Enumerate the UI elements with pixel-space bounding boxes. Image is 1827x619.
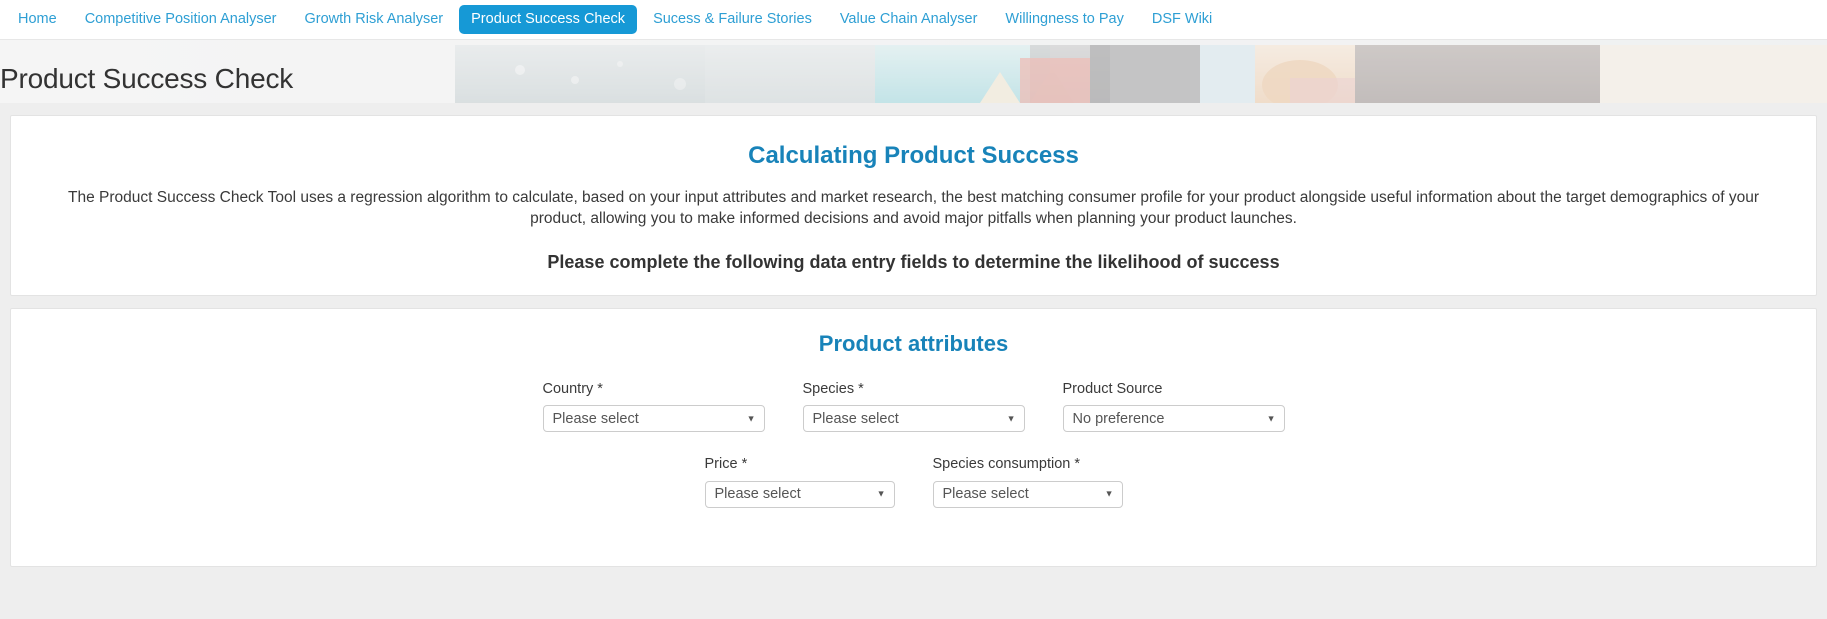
- field-product-source: Product Source No preference ▼: [1062, 380, 1285, 433]
- main-navigation: Home Competitive Position Analyser Growt…: [0, 0, 1827, 40]
- page-title: Product Success Check: [0, 63, 294, 94]
- nav-item-home[interactable]: Home: [6, 5, 69, 34]
- product-attributes-card: Product attributes Country * Please sele…: [10, 307, 1817, 567]
- field-species: Species * Please select ▼: [802, 380, 1025, 433]
- country-select[interactable]: Please select ▼: [542, 405, 765, 433]
- chevron-down-icon: ▼: [1006, 413, 1016, 424]
- field-price: Price * Please select ▼: [704, 456, 895, 508]
- chevron-down-icon: ▼: [746, 413, 756, 424]
- form-row-2: Price * Please select ▼ Species consumpt…: [39, 456, 1788, 508]
- intro-card: Calculating Product Success The Product …: [10, 115, 1817, 296]
- nav-item-growth-risk-analyser[interactable]: Growth Risk Analyser: [293, 5, 456, 34]
- field-species-consumption: Species consumption * Please select ▼: [932, 456, 1123, 508]
- nav-item-willingness-to-pay[interactable]: Willingness to Pay: [993, 5, 1135, 34]
- product-source-select[interactable]: No preference ▼: [1062, 405, 1285, 433]
- species-consumption-select-value: Please select: [942, 486, 1029, 503]
- intro-call-to-action: Please complete the following data entry…: [547, 251, 1280, 272]
- price-select-value: Please select: [714, 486, 801, 503]
- nav-item-sucess-failure-stories[interactable]: Sucess & Failure Stories: [641, 5, 824, 34]
- field-label-price: Price *: [704, 456, 748, 473]
- country-select-value: Please select: [552, 410, 639, 427]
- field-country: Country * Please select ▼: [542, 380, 765, 433]
- field-label-species: Species *: [802, 380, 864, 397]
- nav-item-product-success-check[interactable]: Product Success Check: [459, 5, 638, 34]
- product-attributes-heading: Product attributes: [818, 330, 1009, 356]
- species-consumption-select[interactable]: Please select ▼: [932, 480, 1123, 508]
- price-select[interactable]: Please select ▼: [704, 480, 895, 508]
- chevron-down-icon: ▼: [876, 488, 886, 499]
- nav-item-dsf-wiki[interactable]: DSF Wiki: [1140, 5, 1224, 34]
- nav-item-competitive-position-analyser[interactable]: Competitive Position Analyser: [73, 5, 289, 34]
- chevron-down-icon: ▼: [1104, 488, 1114, 499]
- intro-heading: Calculating Product Success: [748, 142, 1079, 169]
- field-label-species-consumption: Species consumption *: [932, 456, 1081, 473]
- field-label-product-source: Product Source: [1062, 380, 1163, 397]
- species-select[interactable]: Please select ▼: [802, 405, 1025, 433]
- intro-paragraph: The Product Success Check Tool uses a re…: [68, 189, 1759, 227]
- nav-item-value-chain-analyser[interactable]: Value Chain Analyser: [828, 5, 990, 34]
- product-source-select-value: No preference: [1072, 410, 1165, 427]
- page-banner: Product Success Check: [0, 40, 1827, 103]
- form-row-1: Country * Please select ▼ Species * Plea…: [39, 380, 1788, 433]
- field-label-country: Country *: [542, 380, 603, 397]
- species-select-value: Please select: [812, 410, 899, 427]
- chevron-down-icon: ▼: [1266, 413, 1276, 424]
- content-wrapper: Calculating Product Success The Product …: [0, 115, 1827, 567]
